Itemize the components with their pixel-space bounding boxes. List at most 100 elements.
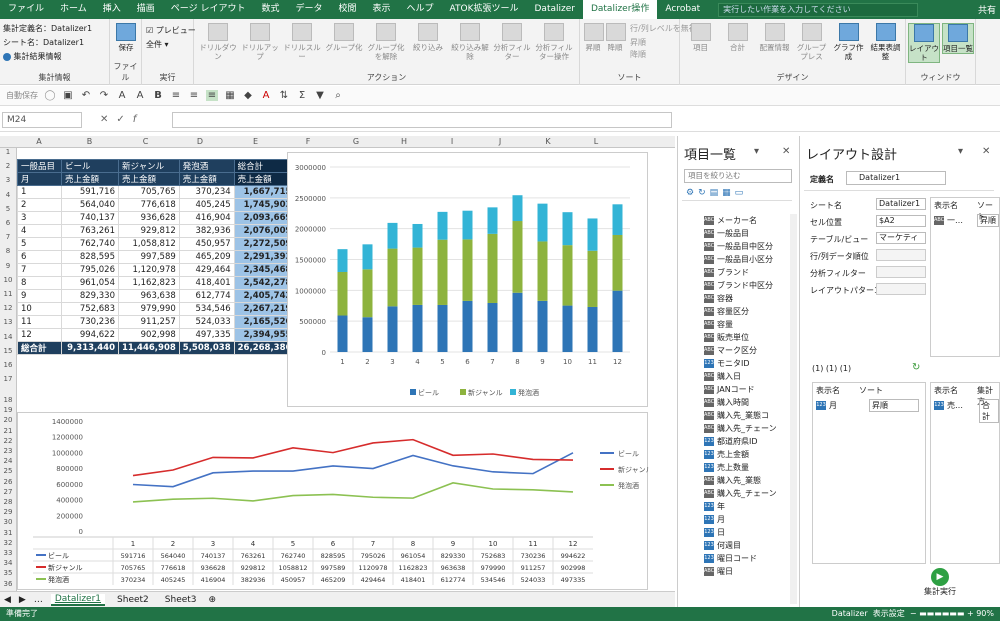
items-pane-close-icon[interactable]: ✕ xyxy=(782,146,790,157)
field-item[interactable]: ABC ブランド中区分 xyxy=(704,279,788,292)
table-cell[interactable]: 370,234 xyxy=(178,185,235,199)
sheet-tab-sheet2[interactable]: Sheet2 xyxy=(113,595,153,605)
tab-5[interactable]: 数式 xyxy=(253,0,287,19)
cell-pos-field[interactable]: $A2 xyxy=(876,215,926,227)
table-cell[interactable]: 534,546 xyxy=(178,302,235,316)
table-cell[interactable]: 5,508,038 xyxy=(178,341,235,355)
tab-3[interactable]: 描画 xyxy=(129,0,163,19)
action-button-7[interactable]: 分析フィルター xyxy=(492,23,532,61)
table-cell[interactable]: 発泡酒 xyxy=(178,159,235,173)
table-cell[interactable]: 1,120,978 xyxy=(118,263,180,277)
table-cell[interactable]: 2,345,468 xyxy=(233,263,296,277)
tab-10[interactable]: ATOK拡張ツール xyxy=(442,0,527,19)
table-cell[interactable]: 450,957 xyxy=(178,237,235,251)
table-cell[interactable]: 11,446,908 xyxy=(118,341,180,355)
font-grow-icon[interactable]: A xyxy=(116,90,128,101)
table-cell[interactable]: 405,245 xyxy=(178,198,235,212)
field-item[interactable]: ABC 一般品目 xyxy=(704,227,788,240)
tab-1[interactable]: ホーム xyxy=(52,0,95,19)
table-cell[interactable]: 12 xyxy=(17,328,62,342)
row-header[interactable]: 34 xyxy=(0,559,16,567)
share-button[interactable]: 共有 xyxy=(978,3,1000,16)
table-view-select[interactable]: マーケティ xyxy=(876,232,926,244)
calc-icon[interactable]: ▦ xyxy=(722,188,735,198)
add-sheet-icon[interactable]: ⊕ xyxy=(209,595,217,605)
table-cell[interactable]: 2,542,278 xyxy=(233,276,296,290)
table-cell[interactable]: 763,261 xyxy=(61,224,119,238)
row-header[interactable]: 33 xyxy=(0,549,16,557)
row-header[interactable]: 13 xyxy=(0,318,16,326)
view-settings-button[interactable]: 表示設定 xyxy=(873,609,905,618)
table-cell[interactable]: 4 xyxy=(17,224,62,238)
cancel-icon[interactable]: ✕ xyxy=(100,114,116,125)
field-item[interactable]: 123 売上金額 xyxy=(704,448,788,461)
table-cell[interactable]: ビール xyxy=(61,159,119,173)
name-box[interactable]: M24 xyxy=(2,112,82,128)
field-item[interactable]: ABC 購入先_チェーン xyxy=(704,422,788,435)
table-cell[interactable]: 1,058,812 xyxy=(118,237,180,251)
row-header[interactable]: 19 xyxy=(0,406,16,414)
row-header[interactable]: 25 xyxy=(0,467,16,475)
filter-icon[interactable]: ▼ xyxy=(314,90,326,101)
table-cell[interactable]: 963,638 xyxy=(118,289,180,303)
borders-icon[interactable]: ▦ xyxy=(224,90,236,101)
col-header-B[interactable]: B xyxy=(61,136,118,148)
field-item[interactable]: 123 モニタID xyxy=(704,357,788,370)
field-item[interactable]: ABC 購入日 xyxy=(704,370,788,383)
table-cell[interactable]: 795,026 xyxy=(61,263,119,277)
table-cell[interactable]: 5 xyxy=(17,237,62,251)
autosave-toggle[interactable]: ◯ xyxy=(44,90,56,101)
worksheet-grid[interactable]: ABCDEFGHIJKL 1 2 3 4 5 6 7 8 9 10 11 12 13 14 15 16 17 18… xyxy=(0,136,675,591)
more-sheets-icon[interactable]: … xyxy=(34,595,43,605)
table-cell[interactable]: 591,716 xyxy=(61,185,119,199)
connect-icon[interactable]: ⚙ xyxy=(686,188,698,198)
rowcol-order-select[interactable] xyxy=(876,249,926,261)
design-button-4[interactable]: グラフ作成 xyxy=(831,23,866,61)
row-header[interactable]: 6 xyxy=(0,219,16,227)
field-item[interactable]: 123 都道府県ID xyxy=(704,435,788,448)
table-cell[interactable]: 382,936 xyxy=(178,224,235,238)
row-fields-box[interactable]: 表示名 ソート 123 月 昇順 xyxy=(812,382,926,564)
table-cell[interactable]: 911,257 xyxy=(118,315,180,329)
items-window-button[interactable]: 項目一覧 xyxy=(942,23,974,54)
table-cell[interactable]: 961,054 xyxy=(61,276,119,290)
sheet-tab-datalizer1[interactable]: Datalizer1 xyxy=(50,593,106,606)
row-header[interactable]: 29 xyxy=(0,508,16,516)
field-item[interactable]: 123 売上数量 xyxy=(704,461,788,474)
table-cell[interactable]: 1,162,823 xyxy=(118,276,180,290)
row-header[interactable]: 30 xyxy=(0,518,16,526)
col-sort-select[interactable]: 昇順 xyxy=(977,214,999,227)
table-cell[interactable]: 997,589 xyxy=(118,250,180,264)
field-item[interactable]: ABC 容器 xyxy=(704,292,788,305)
table-cell[interactable]: 2 xyxy=(17,198,62,212)
table-cell[interactable]: 総合計 xyxy=(17,341,62,355)
field-list-scrollbar[interactable] xyxy=(790,214,797,604)
preview-checkbox[interactable]: ☑ プレビュー xyxy=(146,25,196,36)
field-item[interactable]: ABC 一般品目中区分 xyxy=(704,240,788,253)
sort-asc-button[interactable]: 昇順 xyxy=(584,23,604,52)
table-cell[interactable]: 2,076,009 xyxy=(233,224,296,238)
col-header-G[interactable]: G xyxy=(332,136,380,148)
table-cell[interactable]: 2,267,219 xyxy=(233,302,296,316)
field-item[interactable]: ABC 容量区分 xyxy=(704,305,788,318)
fill-color-icon[interactable]: ◆ xyxy=(242,90,254,101)
action-button-4[interactable]: グループ化を解除 xyxy=(366,23,406,61)
tab-4[interactable]: ページ レイアウト xyxy=(163,0,254,19)
col-header-A[interactable]: A xyxy=(17,136,61,148)
table-cell[interactable]: 740,137 xyxy=(61,211,119,225)
row-header[interactable]: 22 xyxy=(0,437,16,445)
table-cell[interactable]: 1 xyxy=(17,185,62,199)
field-item[interactable]: ABC JANコード xyxy=(704,383,788,396)
tab-9[interactable]: ヘルプ xyxy=(399,0,442,19)
col-field-item[interactable]: ABC 一… xyxy=(934,214,963,227)
row-header[interactable]: 28 xyxy=(0,498,16,506)
zoom-level[interactable]: 90% xyxy=(976,609,994,618)
zoom-slider[interactable]: − ▬▬▬▬▬▬ + xyxy=(910,609,974,618)
table-cell[interactable]: 11 xyxy=(17,315,62,329)
table-cell[interactable]: 売上金額 xyxy=(61,172,119,186)
row-header[interactable]: 11 xyxy=(0,290,16,298)
col-header-H[interactable]: H xyxy=(380,136,428,148)
table-cell[interactable]: 一般品目 xyxy=(17,159,62,173)
tab-2[interactable]: 挿入 xyxy=(95,0,129,19)
table-cell[interactable]: 497,335 xyxy=(178,328,235,342)
